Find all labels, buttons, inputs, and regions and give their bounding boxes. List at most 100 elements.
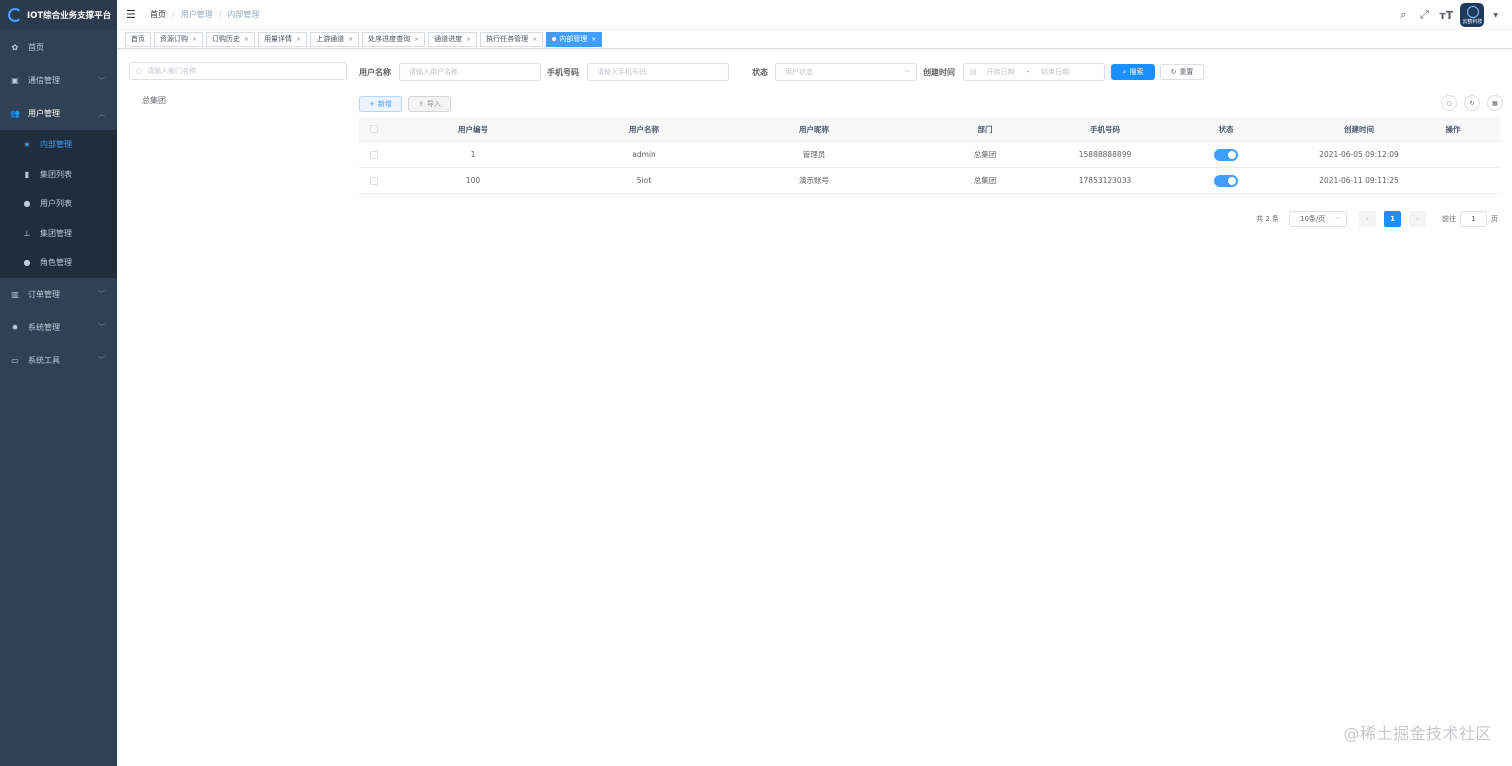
page-size-select[interactable]: 10条/页 ﹀ [1289,211,1347,227]
sidebar-item-communication[interactable]: ▣ 通信管理 ﹀ [0,64,117,97]
start-date-placeholder: 开始日期 [986,68,1015,76]
sidebar-item-system[interactable]: ✹ 系统管理 ﹀ [0,311,117,344]
cell-phone: 17853123033 [1078,176,1132,185]
tag-internal-manage[interactable]: 内部管理 × [546,31,603,47]
tree-node[interactable]: 总集团 [129,95,347,106]
sidebar-item-users[interactable]: 👥 用户管理 ︿ [0,97,117,130]
close-icon[interactable]: × [591,36,596,43]
search-icon: ⌕ [1122,67,1127,76]
chevron-down-icon: ﹀ [98,356,105,364]
username-input[interactable]: 请输入用户名称 [399,63,541,81]
tag-label: 处序进度查询 [368,35,411,43]
tag-channel-progress[interactable]: 通道进度 × [428,31,478,47]
table-row[interactable]: 1 admin 管理员 总集团 15888888899 2021-06-05 0… [359,142,1501,168]
status-switch[interactable] [1214,148,1238,161]
toolbox-icon: ▭ [11,355,19,365]
sidebar: IOT综合业务支撑平台 ✿ 首页 ▣ 通信管理 ﹀ 👥 用户管理 ︿ ★ 内部管… [0,0,117,766]
chevron-up-icon: ︿ [98,109,105,118]
search-button-label: 搜索 [1129,68,1144,76]
sidebar-subitem-group-list[interactable]: ▮ 集团列表 [0,160,117,190]
goto-page-input[interactable]: 1 [1460,211,1487,227]
peoples-icon: ● [23,258,31,268]
next-page-button[interactable]: › [1409,211,1426,227]
sidebar-item-label: 角色管理 [40,258,72,268]
breadcrumb-item[interactable]: 用户管理 [181,9,213,20]
tag-usage-detail[interactable]: 用量详情 × [258,31,308,47]
column-header: 状态 [1218,124,1234,134]
table-row[interactable]: 100 5iot 演示账号 总集团 17853123033 2021-06-11… [359,168,1501,194]
page-number-button[interactable]: 1 [1384,211,1401,227]
sidebar-item-label: 用户列表 [40,199,72,209]
logo-icon [8,8,22,22]
row-checkbox[interactable] [370,176,378,185]
close-icon[interactable]: × [296,36,301,43]
font-size-icon[interactable]: тT [1439,9,1453,22]
star-icon: ★ [23,140,31,150]
phone-input[interactable]: 请输入手机号码 [587,63,729,81]
dept-search-input[interactable]: ○ 请输入部门名称 [129,62,347,80]
row-checkbox[interactable] [370,150,378,159]
close-icon[interactable]: × [244,36,249,43]
reset-button[interactable]: ↻ 重置 [1160,64,1204,80]
range-separator: - [1026,68,1030,76]
tag-home[interactable]: 首页 [125,31,151,47]
sidebar-subitem-group-manage[interactable]: ⊥ 集团管理 [0,219,117,249]
search-button[interactable]: ⌕ 搜索 [1111,64,1155,80]
sidebar-item-label: 首页 [28,43,44,52]
tag-label: 资源订购 [160,35,188,43]
breadcrumb-item[interactable]: 首页 [150,9,166,20]
chevron-down-icon: ﹀ [98,323,105,331]
chevron-left-icon: ‹ [1366,215,1369,223]
tree-icon: ⊥ [23,228,31,238]
pagination-total: 共 2 条 [1256,215,1279,223]
cell-nickname: 管理员 [802,150,826,159]
tag-label: 首页 [131,35,145,43]
tag-label: 通道进度 [434,35,463,43]
bar-chart-icon: ▥ [11,289,19,299]
status-switch[interactable] [1214,174,1238,187]
dept-tree-panel: ○ 请输入部门名称 总集团 [129,62,347,106]
close-icon[interactable]: × [348,36,353,43]
tag-label: 用量详情 [264,35,293,43]
sidebar-item-home[interactable]: ✿ 首页 [0,31,117,64]
fullscreen-icon[interactable]: ⤢ [1418,8,1430,22]
tag-order-history[interactable]: 订购历史 × [206,31,256,47]
refresh-button[interactable]: ↻ [1464,95,1480,111]
columns-button[interactable]: ▦ [1487,95,1503,111]
sidebar-subitem-roles[interactable]: ● 角色管理 [0,248,117,278]
tag-resource-order[interactable]: 资源订购 × [154,31,204,47]
close-icon[interactable]: × [192,36,197,43]
avatar[interactable]: 云鹤科技 [1460,3,1485,27]
tag-task-manage[interactable]: 执行任务管理 × [480,31,544,47]
select-all-checkbox[interactable] [370,125,378,133]
sidebar-item-label: 集团列表 [40,169,72,179]
close-icon[interactable]: × [414,36,419,43]
sidebar-item-tools[interactable]: ▭ 系统工具 ﹀ [0,344,117,377]
search-icon[interactable]: ⌕ [1397,8,1409,22]
cell-dept: 总集团 [973,176,997,185]
hamburger-icon[interactable]: ☰ [126,8,138,21]
dashboard-icon: ✿ [11,43,19,52]
chevron-down-icon: ﹀ [903,69,910,77]
add-button[interactable]: + 新增 [359,96,402,112]
dept-search-placeholder: 请输入部门名称 [147,67,197,75]
close-icon[interactable]: × [466,36,471,43]
sidebar-subitem-internal[interactable]: ★ 内部管理 [0,130,117,160]
gear-icon: ✹ [11,322,19,332]
prev-page-button[interactable]: ‹ [1359,211,1376,227]
caret-down-icon[interactable]: ▼ [1493,12,1498,19]
close-icon[interactable]: × [532,36,537,43]
date-range-picker[interactable]: ▤ 开始日期 - 结束日期 [963,63,1105,81]
sidebar-subitem-user-list[interactable]: ● 用户列表 [0,189,117,219]
toggle-search-button[interactable]: ○ [1441,95,1457,111]
refresh-icon: ↻ [1469,99,1475,107]
logo[interactable]: IOT综合业务支撑平台 [0,0,117,30]
tag-progress-query[interactable]: 处序进度查询 × [362,31,426,47]
watermark: @稀土掘金技术社区 [1343,724,1492,743]
column-header: 用户名称 [629,124,659,134]
status-select[interactable]: 用户状态 ﹀ [775,63,917,81]
tag-upstream-channel[interactable]: 上游通道 × [310,31,360,47]
pagination: 共 2 条 10条/页 ﹀ ‹ 1 › 前往 1 页 [1256,211,1498,227]
sidebar-item-orders[interactable]: ▥ 订单管理 ﹀ [0,278,117,311]
import-button[interactable]: ⇪ 导入 [408,96,451,112]
